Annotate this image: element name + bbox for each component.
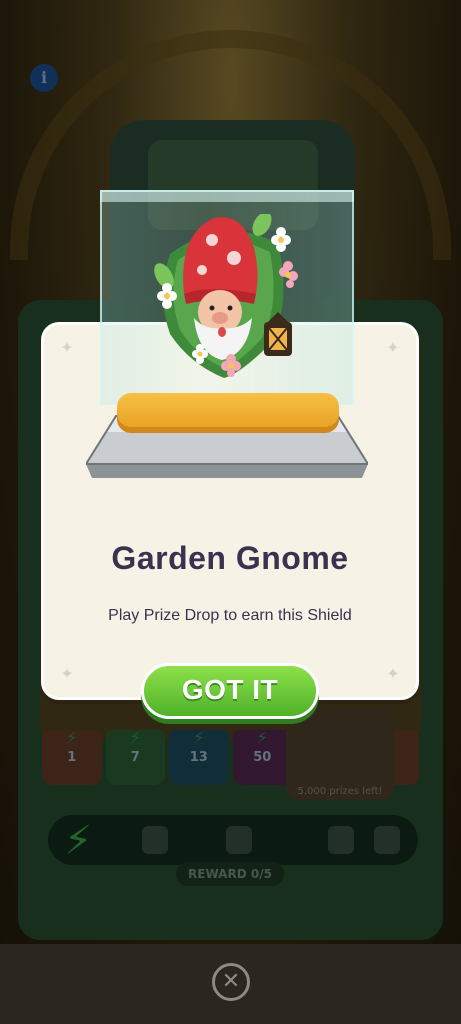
shield-description: Play Prize Drop to earn this Shield: [108, 607, 352, 624]
corner-ornament-icon: ✦: [386, 338, 400, 357]
corner-ornament-icon: ✦: [60, 664, 74, 683]
corner-ornament-icon: ✦: [386, 664, 400, 683]
shield-title: Garden Gnome: [111, 540, 349, 576]
garden-gnome-shield-icon: [154, 214, 298, 378]
close-button[interactable]: ✕: [212, 963, 250, 1001]
got-it-button[interactable]: GOT IT: [141, 663, 319, 719]
corner-ornament-icon: ✦: [60, 338, 74, 357]
display-case-lid: [100, 190, 354, 202]
pedestal-cushion: [117, 393, 339, 433]
